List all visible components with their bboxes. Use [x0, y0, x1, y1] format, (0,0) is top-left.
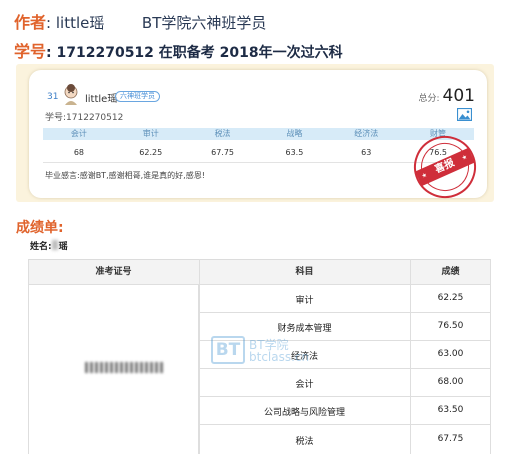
header-subject: 科目 [295, 267, 314, 277]
author-line: 作者: little瑶 BT学院六神班学员 [14, 9, 267, 32]
score-cell: 63.50 [437, 405, 464, 415]
subject-cell: 审计 [295, 296, 314, 306]
name-label: 姓名: [30, 242, 52, 252]
id-value: 1712270512 在职备考 2018年一次过六科 [56, 45, 343, 61]
subject-score: 62.25 [139, 148, 163, 157]
name-value: 瑶 [58, 242, 68, 252]
score-card-panel: 31 little瑶 六神班学员 学号:1712270512 总分: 401 会计… [16, 64, 494, 208]
score-cell: 67.75 [437, 434, 464, 444]
author-name: little瑶 [55, 14, 105, 32]
student-badge: 六神班学员 [115, 91, 160, 102]
total-value: 401 [442, 86, 475, 106]
subject-score: 63.5 [285, 148, 304, 157]
author-sep: : [46, 14, 52, 32]
subject-header-row: 会计 审计 税法 战略 经济法 财管 [43, 128, 474, 140]
student-id-label: 学号: [45, 113, 67, 123]
student-id-line: 学号: 1712270512 在职备考 2018年一次过六科 [14, 38, 343, 61]
table-header-row: 准考证号 科目 成绩 [28, 259, 491, 284]
redacted-text [51, 240, 58, 250]
divider [43, 162, 474, 163]
subject-header: 税法 [214, 129, 231, 138]
subject-header: 会计 [70, 129, 87, 138]
header-exam-number: 准考证号 [95, 267, 132, 277]
subject-score: 68 [73, 148, 84, 157]
score-cell: 76.50 [437, 321, 464, 331]
subject-cell: 税法 [295, 437, 314, 447]
exam-number-cell [28, 284, 199, 454]
subject-score-row: 68 62.25 67.75 63.5 63 76.5 [43, 147, 474, 159]
watermark-logo: BT [211, 336, 245, 364]
graduation-message: 毕业感言:感谢BT,感谢相哥,谁是真的好,感恩! [45, 171, 205, 180]
total-score: 总分: 401 [419, 86, 476, 106]
avatar-icon [64, 84, 78, 105]
subject-score: 63 [361, 148, 372, 157]
score-cell: 68.00 [437, 377, 464, 387]
rank-number: 31 [47, 92, 59, 102]
student-id-value: 1712270512 [66, 113, 124, 123]
redacted-exam-number [85, 362, 165, 373]
subject-cell: 财务成本管理 [277, 324, 332, 334]
watermark-url: btclass.cn [249, 350, 310, 364]
subject-score: 67.75 [211, 148, 235, 157]
score-cell: 62.25 [437, 293, 464, 303]
report-title: 成绩单: [16, 220, 64, 236]
image-icon[interactable] [457, 108, 472, 121]
score-cell: 63.00 [437, 349, 464, 359]
subject-header: 战略 [286, 129, 303, 138]
card-student-id: 学号:1712270512 [45, 110, 123, 123]
total-label: 总分: [418, 94, 440, 104]
author-desc: BT学院六神班学员 [141, 14, 267, 32]
subject-header: 审计 [142, 129, 159, 138]
subject-header: 经济法 [354, 129, 379, 138]
id-sep: : [46, 45, 52, 61]
id-key: 学号 [14, 42, 47, 61]
name-line: 姓名: 瑶 [30, 239, 68, 252]
subject-cell: 公司战略与风险管理 [263, 408, 345, 418]
card-username[interactable]: little瑶 [85, 90, 117, 105]
subject-cell: 会计 [295, 380, 314, 390]
author-key: 作者 [14, 13, 47, 32]
header-score: 成绩 [441, 267, 460, 277]
